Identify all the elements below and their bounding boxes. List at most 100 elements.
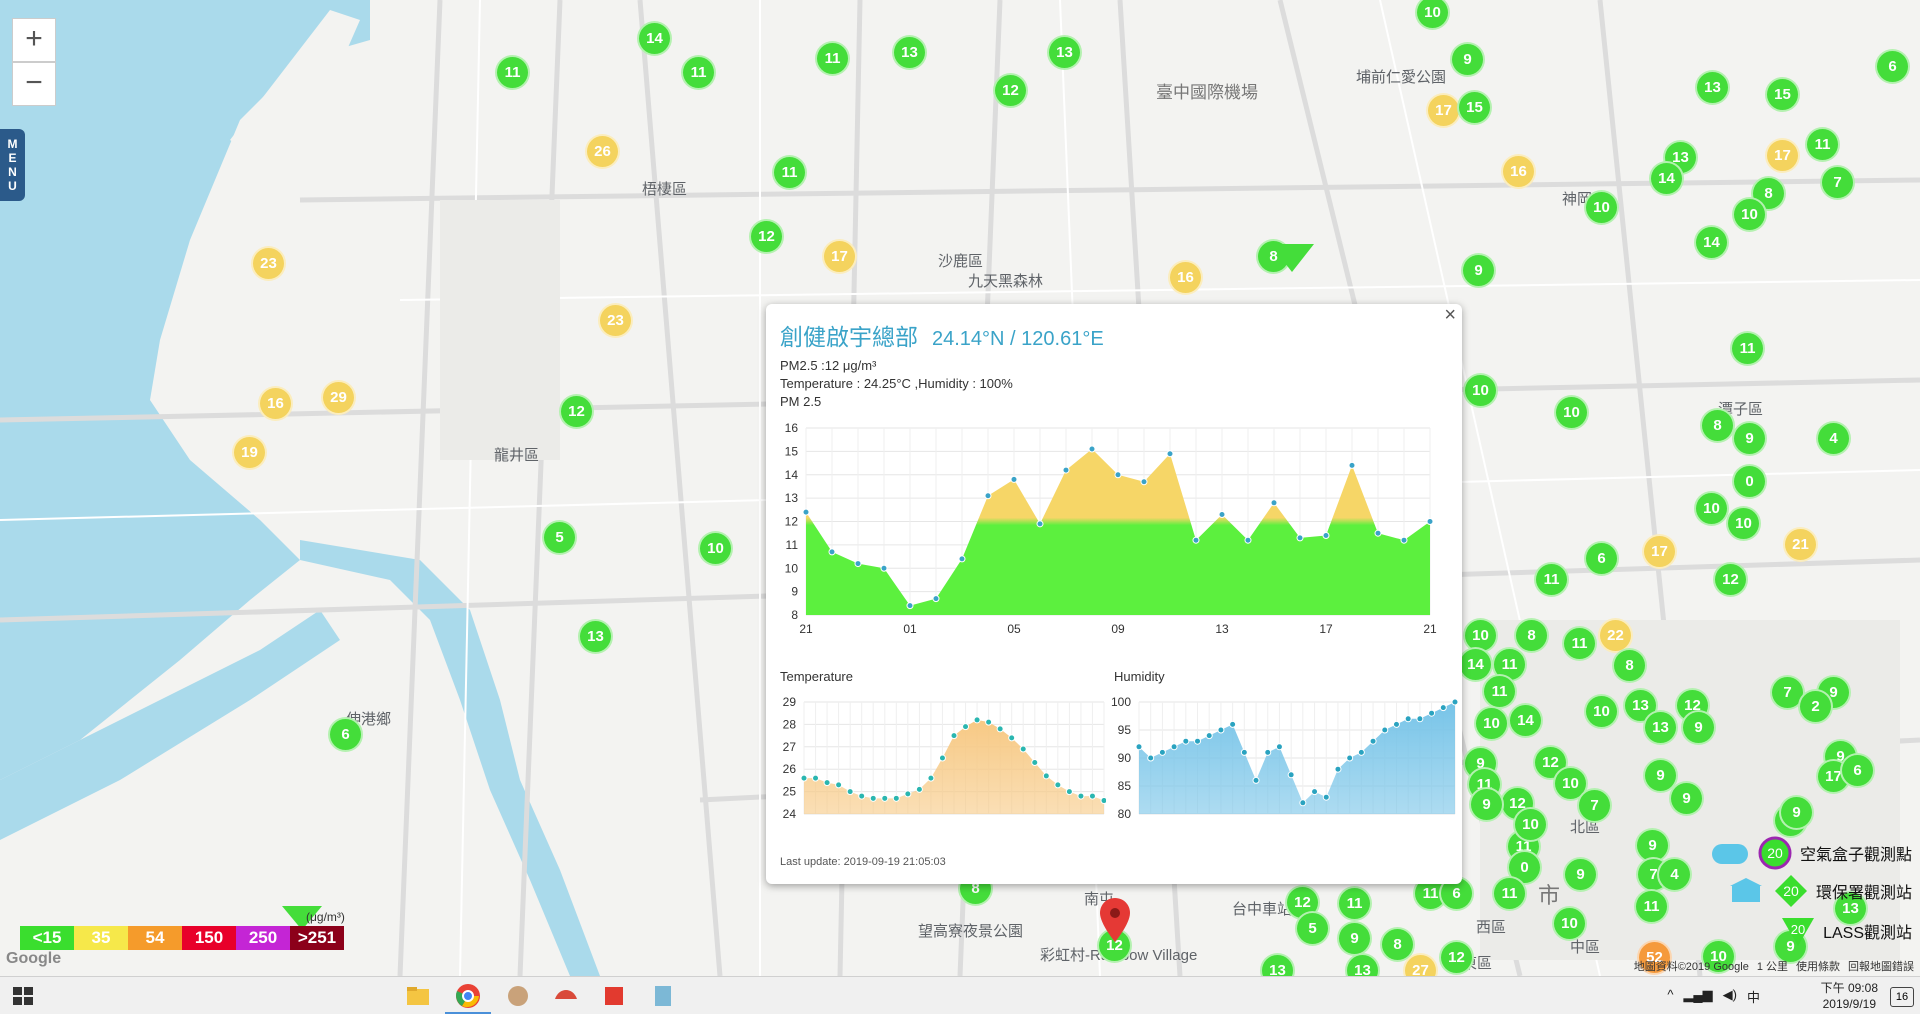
sensor-marker[interactable]: 15: [1457, 90, 1492, 125]
sensor-marker[interactable]: 5: [542, 520, 577, 555]
sensor-marker[interactable]: 9: [1563, 857, 1598, 892]
sensor-marker[interactable]: 11: [495, 55, 530, 90]
sensor-marker[interactable]: 7: [1820, 165, 1855, 200]
sensor-marker[interactable]: 10: [1463, 373, 1498, 408]
sensor-marker[interactable]: 11: [681, 55, 716, 90]
sensor-marker[interactable]: 11: [1730, 331, 1765, 366]
sensor-marker[interactable]: 11: [1482, 674, 1517, 709]
sensor-marker[interactable]: 10: [1513, 807, 1548, 842]
sensor-marker[interactable]: 14: [1649, 161, 1684, 196]
chrome-icon[interactable]: [455, 983, 481, 1009]
file-explorer-icon[interactable]: [405, 983, 431, 1009]
sensor-marker[interactable]: 14: [637, 21, 672, 56]
sensor-marker[interactable]: 9: [1337, 921, 1372, 956]
sensor-marker[interactable]: 13: [1047, 35, 1082, 70]
sensor-marker[interactable]: 10: [1584, 694, 1619, 729]
station-type-lass[interactable]: 20 LASS觀測站: [1781, 914, 1912, 948]
sensor-marker[interactable]: 23: [251, 246, 286, 281]
sensor-marker[interactable]: 9: [1469, 787, 1504, 822]
sensor-marker[interactable]: 23: [598, 303, 633, 338]
sensor-marker[interactable]: 8: [1612, 648, 1647, 683]
sensor-marker[interactable]: 16: [258, 386, 293, 421]
notification-center-icon[interactable]: 16: [1890, 987, 1914, 1007]
sensor-marker[interactable]: 10: [1552, 906, 1587, 941]
app-icon-4[interactable]: [553, 983, 579, 1009]
app-icon-3[interactable]: [505, 983, 531, 1009]
sensor-marker[interactable]: 2: [1798, 689, 1833, 724]
windows-start-icon[interactable]: [10, 983, 36, 1009]
sensor-marker[interactable]: 11: [1337, 886, 1372, 921]
station-type-airbox[interactable]: 20 空氣盒子觀測點: [1710, 836, 1912, 870]
sensor-marker[interactable]: 17: [822, 239, 857, 274]
sensor-marker[interactable]: 29: [321, 380, 356, 415]
sensor-marker[interactable]: 6: [1875, 49, 1910, 84]
sensor-marker[interactable]: 11: [1562, 626, 1597, 661]
sensor-marker[interactable]: 4: [1657, 857, 1692, 892]
sensor-marker[interactable]: 10: [1474, 706, 1509, 741]
sensor-marker[interactable]: 16: [1501, 154, 1536, 189]
sensor-marker[interactable]: 11: [1805, 127, 1840, 162]
sensor-marker[interactable]: 10: [1694, 491, 1729, 526]
sensor-marker[interactable]: 12: [559, 394, 594, 429]
sensor-marker[interactable]: 12: [993, 73, 1028, 108]
sensor-marker[interactable]: 13: [578, 619, 613, 654]
sensor-marker[interactable]: 9: [1461, 253, 1496, 288]
sensor-marker[interactable]: 12: [1713, 562, 1748, 597]
sensor-marker[interactable]: 7: [1577, 788, 1612, 823]
sensor-marker[interactable]: 15: [1765, 77, 1800, 112]
sensor-marker[interactable]: 10: [698, 531, 733, 566]
system-tray[interactable]: ^ ▂▄▆ ◀) 中: [1667, 987, 1760, 1006]
sensor-marker[interactable]: 21: [1783, 527, 1818, 562]
sensor-marker[interactable]: 8: [1700, 408, 1735, 443]
sensor-marker[interactable]: 16: [1168, 260, 1203, 295]
app-icon-5[interactable]: [601, 983, 627, 1009]
network-icon[interactable]: ▂▄▆: [1683, 987, 1712, 1006]
sensor-marker[interactable]: 10: [1732, 197, 1767, 232]
sensor-marker[interactable]: 10: [1726, 506, 1761, 541]
terms-link[interactable]: 使用條款: [1796, 958, 1840, 974]
sensor-marker[interactable]: 6: [1840, 753, 1875, 788]
location-pin-icon[interactable]: [1100, 898, 1130, 942]
sensor-marker[interactable]: 9: [1779, 795, 1814, 830]
sensor-marker[interactable]: 4: [1816, 421, 1851, 456]
sensor-marker[interactable]: 11: [1634, 889, 1669, 924]
sensor-marker[interactable]: 11: [1534, 562, 1569, 597]
sensor-marker[interactable]: 13: [1695, 70, 1730, 105]
chevron-up-icon[interactable]: ^: [1667, 987, 1673, 1006]
sensor-marker[interactable]: 11: [1492, 876, 1527, 911]
sensor-marker[interactable]: 9: [1681, 710, 1716, 745]
sensor-marker[interactable]: 26: [585, 134, 620, 169]
sensor-marker[interactable]: 17: [1765, 138, 1800, 173]
map-canvas[interactable]: 臺中國際機場 梧棲區 沙鹿區 九天黑森林 龍井區 神岡區 潭子區 埔前仁愛公園 …: [0, 0, 1920, 976]
sensor-marker[interactable]: 9: [1669, 781, 1704, 816]
app-icon-6[interactable]: [650, 983, 676, 1009]
sensor-marker[interactable]: 5: [1295, 911, 1330, 946]
sensor-marker[interactable]: 14: [1508, 703, 1543, 738]
volume-icon[interactable]: ◀): [1723, 987, 1737, 1006]
station-type-epa[interactable]: 20 環保署觀測站: [1726, 874, 1912, 908]
close-icon[interactable]: ×: [1444, 304, 1456, 327]
sensor-marker[interactable]: 6: [1584, 541, 1619, 576]
sensor-marker[interactable]: 8: [1514, 618, 1549, 653]
sensor-marker[interactable]: 0: [1732, 464, 1767, 499]
report-map-error-link[interactable]: 回報地圖錯誤: [1848, 958, 1914, 974]
sensor-marker[interactable]: 9: [1732, 421, 1767, 456]
sensor-marker[interactable]: 10: [1554, 395, 1589, 430]
sensor-marker[interactable]: 14: [1694, 225, 1729, 260]
sensor-marker[interactable]: 17: [1426, 93, 1461, 128]
ime-indicator[interactable]: 中: [1747, 987, 1760, 1006]
sensor-marker[interactable]: 11: [772, 155, 807, 190]
epa-station-marker[interactable]: [1270, 244, 1314, 274]
sensor-marker[interactable]: 17: [1642, 534, 1677, 569]
taskbar-clock[interactable]: 下午 09:08 2019/9/19: [1821, 980, 1878, 1012]
sensor-marker[interactable]: 10: [1584, 190, 1619, 225]
zoom-out-button[interactable]: −: [12, 62, 56, 106]
sensor-marker[interactable]: 13: [892, 35, 927, 70]
sensor-marker[interactable]: 19: [232, 435, 267, 470]
sensor-marker[interactable]: 6: [328, 717, 363, 752]
sensor-marker[interactable]: 13: [1643, 710, 1678, 745]
sensor-marker[interactable]: 12: [1439, 940, 1474, 975]
sensor-marker[interactable]: 11: [815, 41, 850, 76]
zoom-in-button[interactable]: +: [12, 18, 56, 62]
sensor-marker[interactable]: 9: [1450, 42, 1485, 77]
